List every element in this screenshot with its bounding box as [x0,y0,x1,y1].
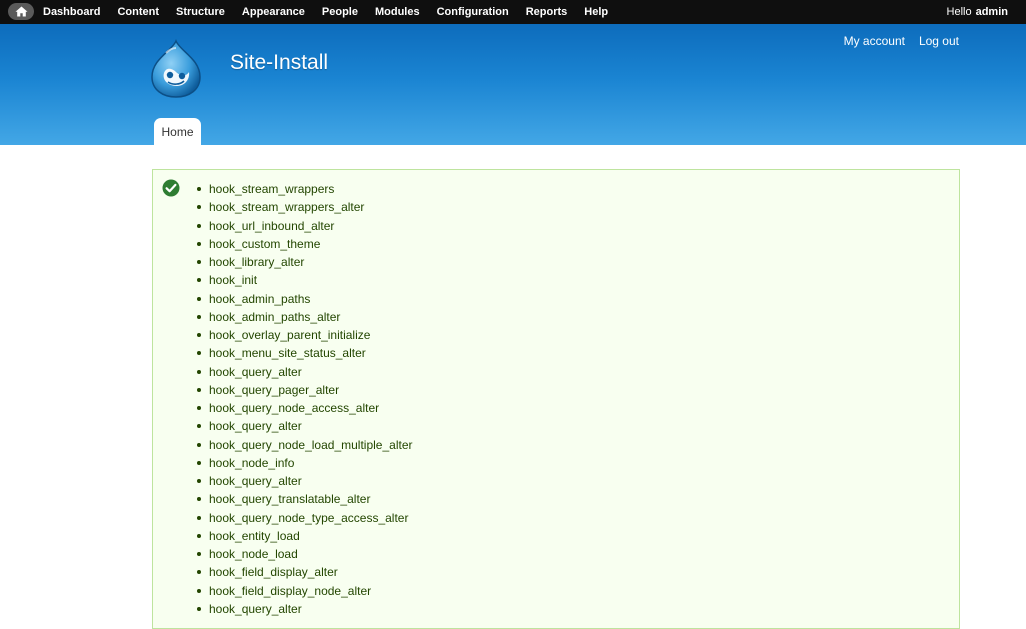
list-item: hook_admin_paths_alter [196,308,412,326]
drupal-drop-icon[interactable] [150,39,202,99]
list-item: hook_field_display_node_alter [196,582,412,600]
toolbar-item-reports[interactable]: Reports [526,6,568,18]
home-icon [15,6,27,17]
greeting-text: Hello [946,6,972,18]
list-item: hook_query_node_type_access_alter [196,509,412,527]
tab-home[interactable]: Home [154,118,201,146]
list-item: hook_query_alter [196,600,412,618]
home-button[interactable] [8,3,34,20]
toolbar-item-content[interactable]: Content [117,6,159,18]
secondary-menu: My account Log out [830,34,959,48]
hook-list: hook_stream_wrappers hook_stream_wrappers… [196,180,412,618]
list-item: hook_url_inbound_alter [196,217,412,235]
list-item: hook_stream_wrappers_alter [196,198,412,216]
user-greeting: Hello admin [947,0,1008,24]
list-item: hook_node_load [196,545,412,563]
list-item: hook_custom_theme [196,235,412,253]
toolbar-item-help[interactable]: Help [584,6,608,18]
list-item: hook_query_node_access_alter [196,399,412,417]
admin-toolbar: Dashboard Content Structure Appearance P… [0,0,1026,24]
list-item: hook_query_alter [196,363,412,381]
list-item: hook_admin_paths [196,290,412,308]
toolbar-item-people[interactable]: People [322,6,358,18]
list-item: hook_query_alter [196,417,412,435]
list-item: hook_node_info [196,454,412,472]
list-item: hook_query_translatable_alter [196,490,412,508]
toolbar-item-configuration[interactable]: Configuration [437,6,509,18]
site-header: Site-Install My account Log out Home [0,24,1026,146]
toolbar-item-modules[interactable]: Modules [375,6,420,18]
toolbar-item-structure[interactable]: Structure [176,6,225,18]
toolbar-menu: Dashboard Content Structure Appearance P… [43,0,625,24]
username-link[interactable]: admin [976,6,1008,18]
toolbar-item-dashboard[interactable]: Dashboard [43,6,100,18]
list-item: hook_entity_load [196,527,412,545]
status-message: hook_stream_wrappers hook_stream_wrappers… [152,169,960,629]
site-name[interactable]: Site-Install [230,51,328,75]
list-item: hook_menu_site_status_alter [196,344,412,362]
list-item: hook_query_alter [196,472,412,490]
toolbar-item-appearance[interactable]: Appearance [242,6,305,18]
my-account-link[interactable]: My account [844,34,905,48]
list-item: hook_query_pager_alter [196,381,412,399]
check-icon [162,179,180,197]
list-item: hook_init [196,271,412,289]
log-out-link[interactable]: Log out [919,34,959,48]
list-item: hook_overlay_parent_initialize [196,326,412,344]
list-item: hook_field_display_alter [196,563,412,581]
list-item: hook_query_node_load_multiple_alter [196,436,412,454]
list-item: hook_stream_wrappers [196,180,412,198]
list-item: hook_library_alter [196,253,412,271]
